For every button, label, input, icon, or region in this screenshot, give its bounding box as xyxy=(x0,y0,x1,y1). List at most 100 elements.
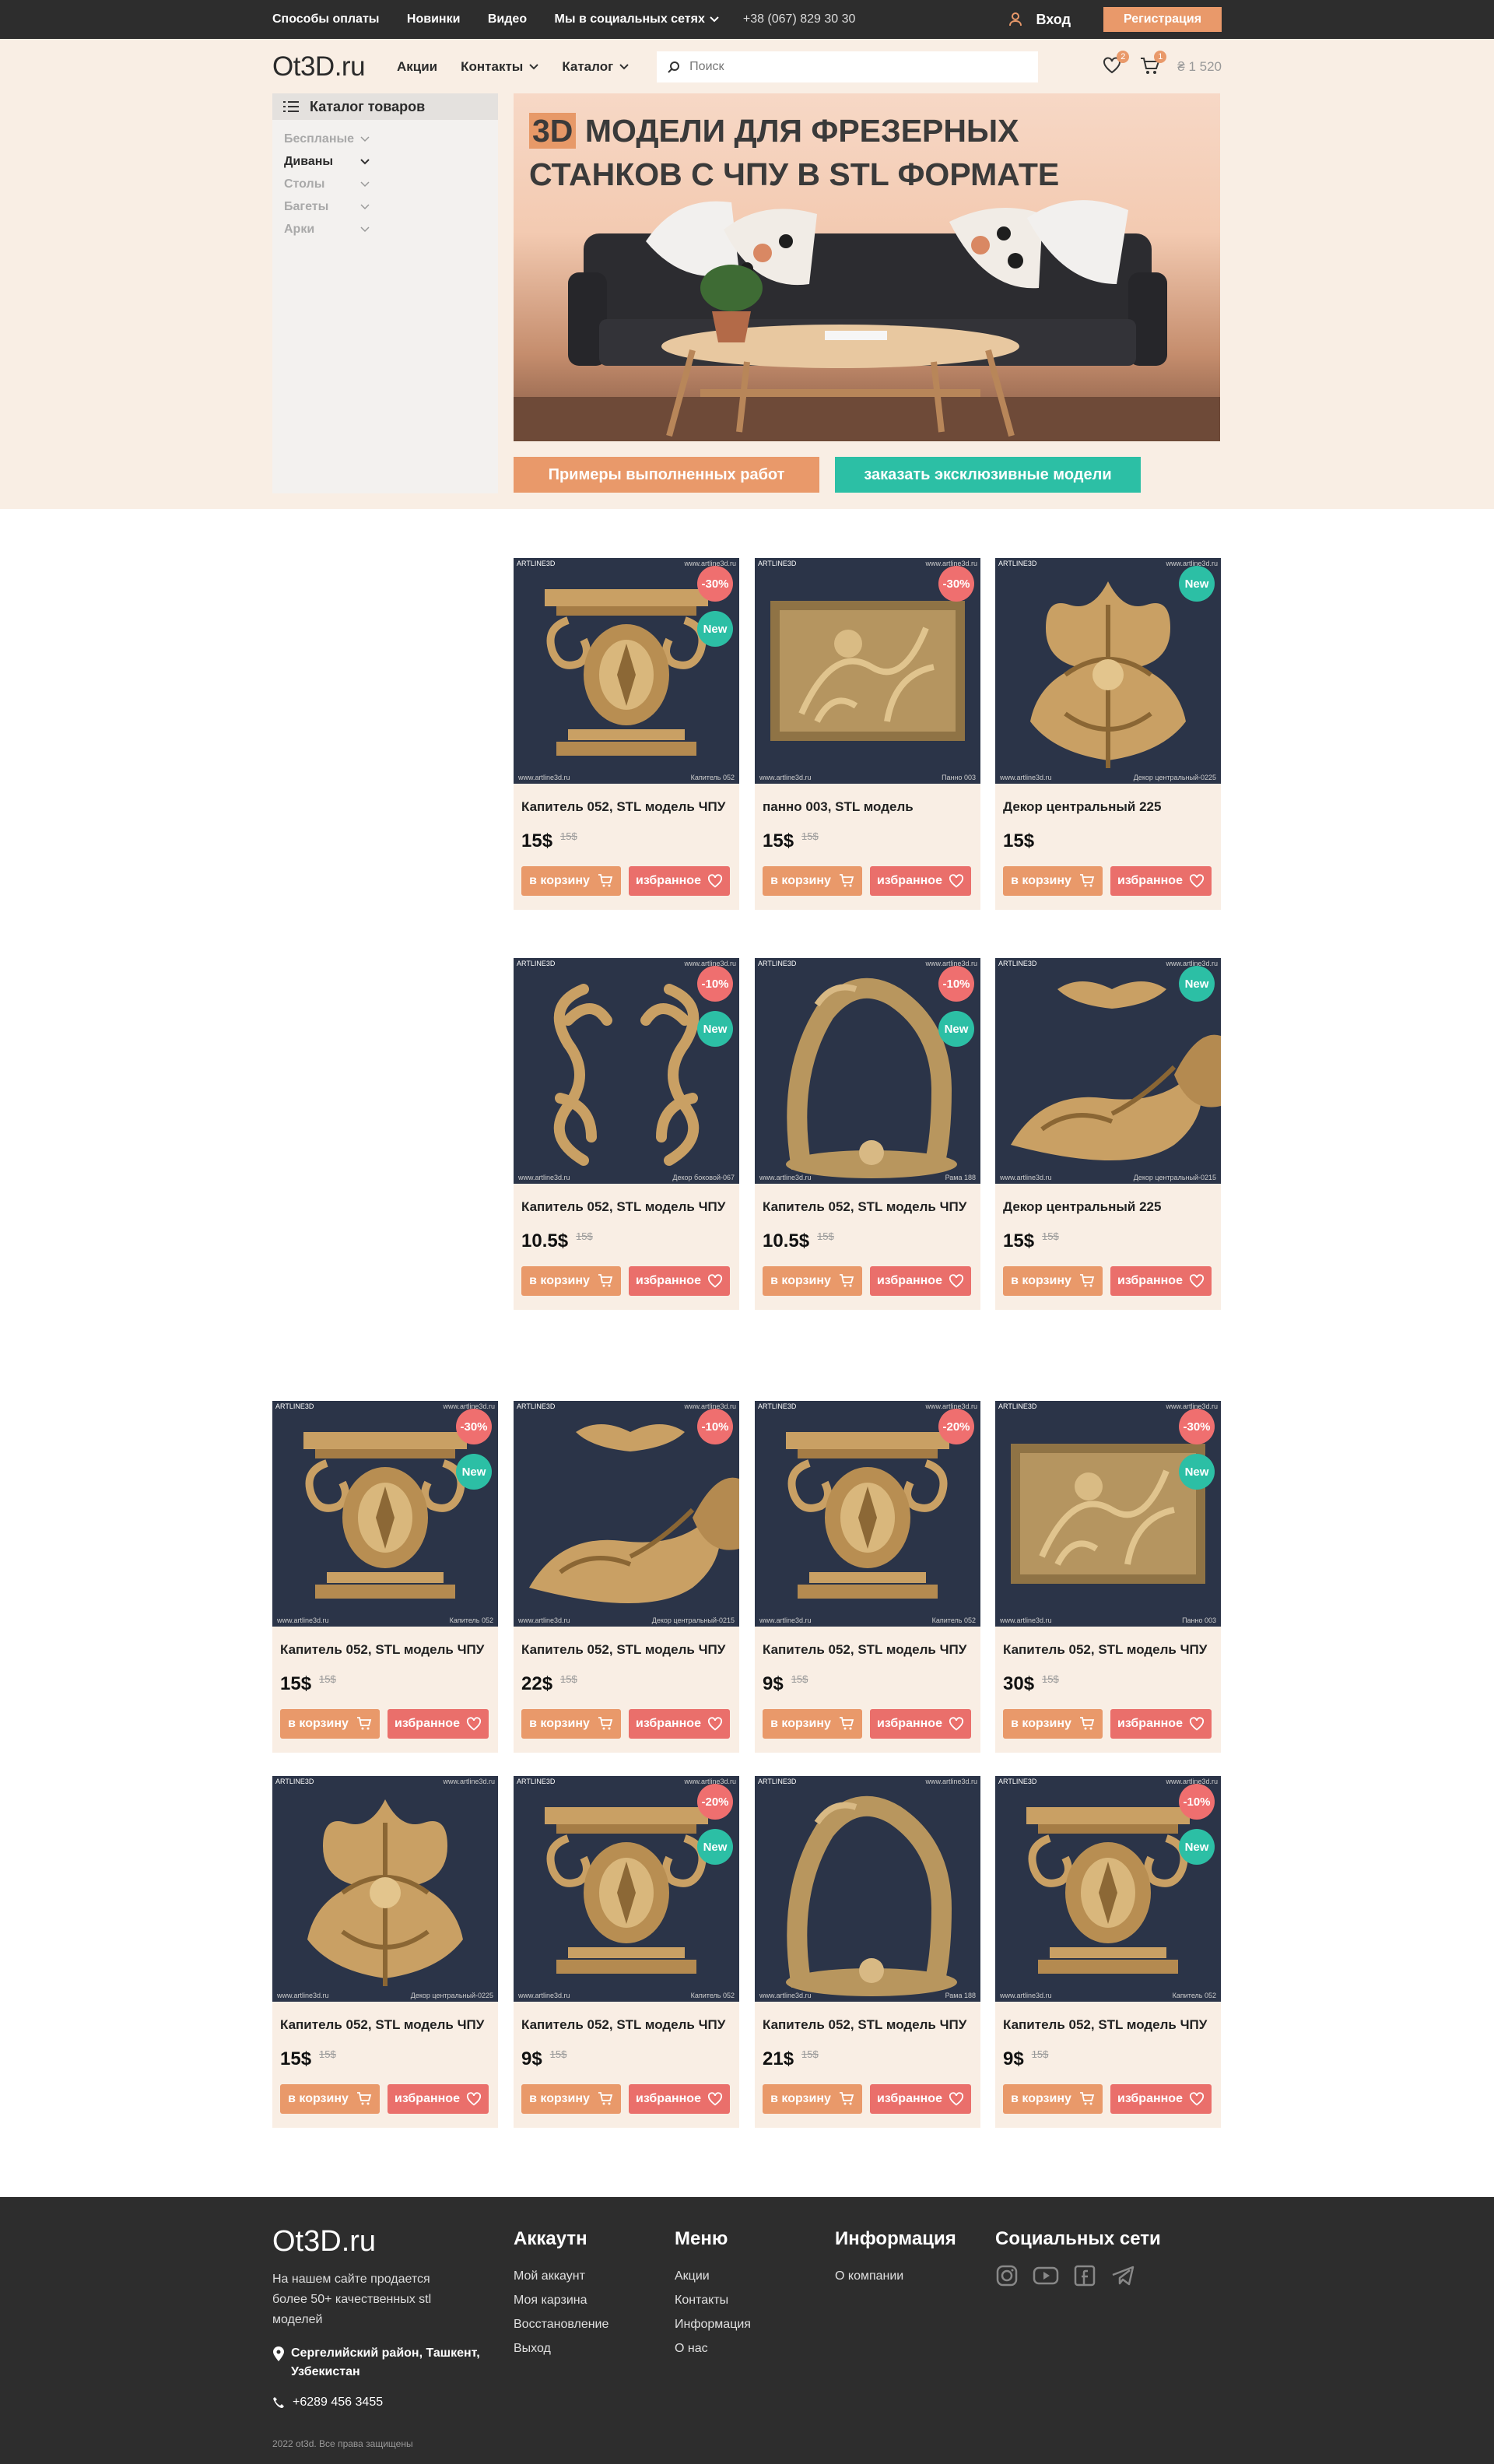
logo[interactable]: Ot3D.ru xyxy=(272,51,397,82)
favorite-button[interactable]: избранное xyxy=(870,1709,971,1739)
product-image[interactable]: ARTLINE3D www.artline3d.ru www.artline3d.r… xyxy=(755,1401,980,1627)
favorite-button[interactable]: избранное xyxy=(629,1266,730,1296)
product-title[interactable]: Капитель 052, STL модель ЧПУ xyxy=(763,1199,966,1215)
works-examples-button[interactable]: Примеры выполненных работ xyxy=(514,457,819,493)
nav-promo[interactable]: Акции xyxy=(397,59,437,75)
add-to-cart-button[interactable]: в корзину xyxy=(763,2084,862,2114)
product-image[interactable]: ARTLINE3D www.artline3d.ru www.artline3d.r… xyxy=(755,958,980,1184)
product-image[interactable]: ARTLINE3D www.artline3d.ru www.artline3d.r… xyxy=(995,1776,1221,2002)
product-image[interactable]: ARTLINE3D www.artline3d.ru www.artline3d.r… xyxy=(272,1776,498,2002)
product-image[interactable]: ARTLINE3D www.artline3d.ru www.artline3d.r… xyxy=(995,558,1221,784)
product-title[interactable]: Капитель 052, STL модель ЧПУ xyxy=(521,1642,725,1658)
product-title[interactable]: Капитель 052, STL модель ЧПУ xyxy=(1003,1642,1207,1658)
telegram-icon[interactable] xyxy=(1110,2264,1135,2287)
product-title[interactable]: Капитель 052, STL модель ЧПУ xyxy=(521,2017,725,2033)
product-image[interactable]: ARTLINE3D www.artline3d.ru www.artline3d.r… xyxy=(995,958,1221,1184)
favorite-button[interactable]: избранное xyxy=(1110,866,1212,896)
product-card[interactable]: ARTLINE3D www.artline3d.ru www.artline3d.r… xyxy=(514,958,739,1310)
favorite-button[interactable]: избранное xyxy=(629,1709,730,1739)
add-to-cart-button[interactable]: в корзину xyxy=(763,1266,862,1296)
favorite-button[interactable]: избранное xyxy=(388,2084,489,2114)
top-link-payment[interactable]: Способы оплаты xyxy=(272,12,379,26)
favorite-button[interactable]: избранное xyxy=(629,2084,730,2114)
cart-button[interactable]: 1 xyxy=(1140,51,1167,77)
product-image[interactable]: ARTLINE3D www.artline3d.ru www.artline3d.r… xyxy=(514,1401,739,1627)
add-to-cart-button[interactable]: в корзину xyxy=(1003,866,1103,896)
top-link-video[interactable]: Видео xyxy=(488,12,527,26)
favorite-button[interactable]: избранное xyxy=(870,866,971,896)
product-card[interactable]: ARTLINE3D www.artline3d.ru www.artline3d.r… xyxy=(755,558,980,910)
top-link-new[interactable]: Новинки xyxy=(407,12,461,26)
favorite-button[interactable]: избранное xyxy=(870,2084,971,2114)
facebook-icon[interactable] xyxy=(1073,2264,1096,2287)
sidebar-item-arches[interactable]: Арки xyxy=(284,218,486,240)
add-to-cart-button[interactable]: в корзину xyxy=(280,2084,380,2114)
search-input[interactable] xyxy=(689,60,1017,74)
catalog-header[interactable]: Каталог товаров xyxy=(272,93,498,120)
product-card[interactable]: ARTLINE3D www.artline3d.ru www.artline3d.r… xyxy=(514,1776,739,2128)
add-to-cart-button[interactable]: в корзину xyxy=(521,866,621,896)
product-image[interactable]: ARTLINE3D www.artline3d.ru www.artline3d.r… xyxy=(514,558,739,784)
add-to-cart-button[interactable]: в корзину xyxy=(1003,1266,1103,1296)
exclusive-order-button[interactable]: заказать эксклюзивные модели xyxy=(835,457,1141,493)
product-title[interactable]: панно 003, STL модель xyxy=(763,799,914,815)
product-card[interactable]: ARTLINE3D www.artline3d.ru www.artline3d.r… xyxy=(995,958,1221,1310)
nav-catalog[interactable]: Каталог xyxy=(562,59,629,75)
footer-link[interactable]: Моя карзина xyxy=(514,2288,608,2312)
product-image[interactable]: ARTLINE3D www.artline3d.ru www.artline3d.r… xyxy=(514,1776,739,2002)
login-link[interactable]: Вход xyxy=(1009,12,1071,28)
product-card[interactable]: ARTLINE3D www.artline3d.ru www.artline3d.r… xyxy=(995,1776,1221,2128)
product-card[interactable]: ARTLINE3D www.artline3d.ru www.artline3d.r… xyxy=(995,558,1221,910)
favorite-button[interactable]: избранное xyxy=(1110,1266,1212,1296)
footer-link[interactable]: Мой аккаунт xyxy=(514,2264,608,2288)
footer-link[interactable]: Контакты xyxy=(675,2288,751,2312)
product-card[interactable]: ARTLINE3D www.artline3d.ru www.artline3d.r… xyxy=(755,1401,980,1753)
product-card[interactable]: ARTLINE3D www.artline3d.ru www.artline3d.r… xyxy=(514,558,739,910)
product-card[interactable]: ARTLINE3D www.artline3d.ru www.artline3d.r… xyxy=(272,1401,498,1753)
product-title[interactable]: Капитель 052, STL модель ЧПУ xyxy=(763,1642,966,1658)
product-image[interactable]: ARTLINE3D www.artline3d.ru www.artline3d.r… xyxy=(755,1776,980,2002)
footer-link[interactable]: Восстановление xyxy=(514,2312,608,2336)
youtube-icon[interactable] xyxy=(1033,2264,1059,2287)
sidebar-item-baguettes[interactable]: Багеты xyxy=(284,195,486,218)
product-card[interactable]: ARTLINE3D www.artline3d.ru www.artline3d.r… xyxy=(272,1776,498,2128)
sidebar-item-sofas[interactable]: Диваны xyxy=(284,150,486,173)
instagram-icon[interactable] xyxy=(995,2264,1019,2287)
footer-phone[interactable]: +6289 456 3455 xyxy=(272,2396,490,2410)
add-to-cart-button[interactable]: в корзину xyxy=(521,2084,621,2114)
product-title[interactable]: Декор центральный 225 xyxy=(1003,1199,1161,1215)
add-to-cart-button[interactable]: в корзину xyxy=(763,1709,862,1739)
footer-link[interactable]: Информация xyxy=(675,2312,751,2336)
nav-contacts[interactable]: Контакты xyxy=(461,59,539,75)
footer-link[interactable]: О нас xyxy=(675,2336,751,2360)
product-title[interactable]: Капитель 052, STL модель ЧПУ xyxy=(280,1642,484,1658)
product-title[interactable]: Капитель 052, STL модель ЧПУ xyxy=(1003,2017,1207,2033)
add-to-cart-button[interactable]: в корзину xyxy=(280,1709,380,1739)
favorite-button[interactable]: избранное xyxy=(1110,2084,1212,2114)
product-title[interactable]: Капитель 052, STL модель ЧПУ xyxy=(521,1199,725,1215)
favorites-button[interactable]: 2 xyxy=(1103,51,1130,77)
product-image[interactable]: ARTLINE3D www.artline3d.ru www.artline3d.r… xyxy=(755,558,980,784)
product-image[interactable]: ARTLINE3D www.artline3d.ru www.artline3d.r… xyxy=(272,1401,498,1627)
sidebar-item-free[interactable]: Беспланые xyxy=(284,128,486,150)
product-image[interactable]: ARTLINE3D www.artline3d.ru www.artline3d.r… xyxy=(995,1401,1221,1627)
sidebar-item-tables[interactable]: Столы xyxy=(284,173,486,195)
product-title[interactable]: Капитель 052, STL модель ЧПУ xyxy=(763,2017,966,2033)
product-card[interactable]: ARTLINE3D www.artline3d.ru www.artline3d.r… xyxy=(514,1401,739,1753)
add-to-cart-button[interactable]: в корзину xyxy=(1003,2084,1103,2114)
add-to-cart-button[interactable]: в корзину xyxy=(763,866,862,896)
footer-link[interactable]: О компании xyxy=(835,2264,956,2288)
product-title[interactable]: Капитель 052, STL модель ЧПУ xyxy=(280,2017,484,2033)
favorite-button[interactable]: избранное xyxy=(1110,1709,1212,1739)
product-image[interactable]: ARTLINE3D www.artline3d.ru www.artline3d.r… xyxy=(514,958,739,1184)
product-card[interactable]: ARTLINE3D www.artline3d.ru www.artline3d.r… xyxy=(755,1776,980,2128)
register-button[interactable]: Регистрация xyxy=(1103,7,1222,32)
top-link-social[interactable]: Мы в социальных сетях xyxy=(555,12,719,26)
favorite-button[interactable]: избранное xyxy=(388,1709,489,1739)
product-card[interactable]: ARTLINE3D www.artline3d.ru www.artline3d.r… xyxy=(995,1401,1221,1753)
top-phone[interactable]: +38 (067) 829 30 30 xyxy=(743,12,856,26)
add-to-cart-button[interactable]: в корзину xyxy=(521,1709,621,1739)
favorite-button[interactable]: избранное xyxy=(870,1266,971,1296)
add-to-cart-button[interactable]: в корзину xyxy=(521,1266,621,1296)
footer-link[interactable]: Выход xyxy=(514,2336,608,2360)
